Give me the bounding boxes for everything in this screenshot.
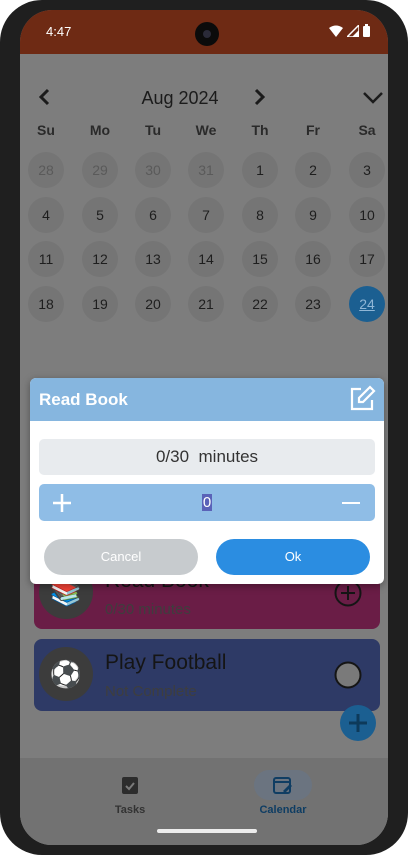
chevron-right-icon[interactable]: [248, 84, 270, 110]
home-indicator[interactable]: [157, 829, 257, 833]
nav-calendar[interactable]: Calendar: [223, 770, 343, 816]
status-time: 4:47: [46, 24, 72, 39]
day-cell[interactable]: 29: [82, 152, 118, 188]
task-subtitle: 0/30 minutes: [105, 601, 191, 618]
day-cell[interactable]: 28: [28, 152, 64, 188]
ok-button[interactable]: Ok: [216, 539, 370, 575]
month-label: Aug 2024: [141, 88, 219, 108]
add-task-button[interactable]: [340, 705, 376, 741]
complete-toggle-icon[interactable]: [334, 661, 362, 689]
cancel-button[interactable]: Cancel: [44, 539, 198, 575]
progress-display: 0/30 minutes: [39, 439, 375, 475]
status-bar: 4:47: [20, 10, 388, 54]
day-cell[interactable]: 30: [135, 152, 171, 188]
soccer-ball-icon: ⚽: [39, 647, 93, 701]
day-cell-today[interactable]: 24: [349, 286, 385, 322]
chevron-down-icon[interactable]: [360, 84, 386, 110]
camera-cutout: [195, 22, 219, 46]
day-cell[interactable]: 5: [82, 197, 118, 233]
weekday-we: We: [195, 122, 217, 138]
day-cell[interactable]: 10: [349, 197, 385, 233]
day-cell[interactable]: 20: [135, 286, 171, 322]
status-icons: [329, 24, 370, 37]
plus-icon: [349, 714, 367, 732]
day-cell[interactable]: 21: [188, 286, 224, 322]
day-cell[interactable]: 19: [82, 286, 118, 322]
day-cell[interactable]: 17: [349, 241, 385, 277]
day-cell[interactable]: 16: [295, 241, 331, 277]
dialog-header: Read Book: [30, 378, 384, 421]
weekday-th: Th: [251, 122, 269, 138]
plus-icon[interactable]: [50, 491, 74, 515]
nav-tasks-label: Tasks: [114, 804, 146, 816]
task-card-play-football[interactable]: ⚽ Play Football Not Complete: [34, 639, 380, 711]
day-cell[interactable]: 7: [188, 197, 224, 233]
day-cell[interactable]: 11: [28, 241, 64, 277]
chevron-left-icon[interactable]: [34, 84, 56, 110]
task-title: Play Football: [105, 651, 227, 674]
progress-unit: minutes: [198, 447, 259, 466]
edit-icon[interactable]: [348, 385, 376, 413]
day-cell[interactable]: 14: [188, 241, 224, 277]
signal-icon: [347, 24, 359, 37]
calendar-screen: Aug 2024 Su Mo Tu We Th Fr Sa 28 29 30 3…: [20, 54, 388, 845]
value-input[interactable]: 0: [187, 492, 227, 514]
day-cell[interactable]: 3: [349, 152, 385, 188]
calendar-edit-icon: [273, 777, 292, 794]
screen: 4:47 Aug 2024 Su Mo Tu We Th Fr Sa 28 29…: [20, 10, 388, 845]
day-cell[interactable]: 23: [295, 286, 331, 322]
day-cell[interactable]: 12: [82, 241, 118, 277]
day-cell[interactable]: 15: [242, 241, 278, 277]
progress-value: 0/30: [155, 447, 190, 466]
weekday-mo: Mo: [89, 122, 111, 138]
weekday-su: Su: [37, 122, 55, 138]
day-cell[interactable]: 2: [295, 152, 331, 188]
day-cell[interactable]: 31: [188, 152, 224, 188]
day-cell[interactable]: 18: [28, 286, 64, 322]
minus-icon[interactable]: [339, 491, 363, 515]
day-cell[interactable]: 4: [28, 197, 64, 233]
weekday-sa: Sa: [358, 122, 376, 138]
dialog-title: Read Book: [39, 390, 128, 409]
day-cell[interactable]: 22: [242, 286, 278, 322]
battery-icon: [363, 24, 370, 37]
nav-calendar-label: Calendar: [259, 804, 307, 816]
weekday-tu: Tu: [144, 122, 162, 138]
task-subtitle: Not Complete: [105, 683, 197, 700]
progress-dialog: Read Book 0/30 minutes 0 Cancel Ok: [30, 378, 384, 584]
day-cell[interactable]: 13: [135, 241, 171, 277]
nav-tasks[interactable]: Tasks: [70, 770, 190, 816]
day-cell[interactable]: 9: [295, 197, 331, 233]
weekday-fr: Fr: [306, 122, 320, 138]
value-stepper: 0: [39, 484, 375, 521]
day-cell[interactable]: 1: [242, 152, 278, 188]
device-frame: 4:47 Aug 2024 Su Mo Tu We Th Fr Sa 28 29…: [0, 0, 408, 855]
wifi-icon: [329, 25, 343, 37]
day-cell[interactable]: 6: [135, 197, 171, 233]
clipboard-check-icon: [122, 777, 138, 794]
day-cell[interactable]: 8: [242, 197, 278, 233]
value-input-text: 0: [201, 494, 213, 511]
